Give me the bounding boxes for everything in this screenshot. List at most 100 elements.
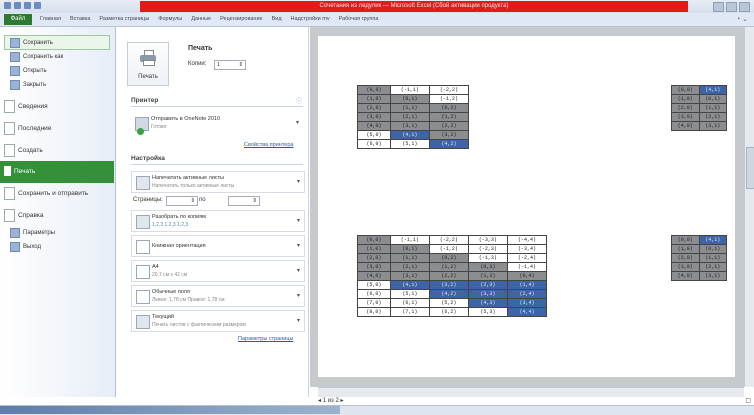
orientation-label: Книжная ориентация: [152, 243, 206, 249]
table-cell: (3,0): [671, 262, 700, 272]
help-icon[interactable]: ◔ ⌄: [736, 15, 748, 23]
table-cell: (6,1): [389, 298, 430, 308]
table-cell: (4,0): [671, 121, 700, 131]
collate-label: Разобрать по копиям: [152, 214, 206, 220]
margins-dropdown[interactable]: Обычные поля Левое: 1,78 см Правое: 1,78…: [131, 285, 305, 307]
scope-desc: Напечатать только активные листы: [152, 183, 235, 189]
quick-access-toolbar: [4, 2, 41, 9]
copies-label: Копии:: [188, 61, 207, 67]
table-cell: (4,0): [357, 271, 391, 281]
table-cell: (1,0): [671, 94, 700, 104]
menu-save-as[interactable]: Сохранить как: [10, 52, 63, 62]
ribbon-tab[interactable]: Рабочая группа: [339, 16, 379, 22]
ribbon-tab[interactable]: Разметка страницы: [99, 16, 149, 22]
table-cell: (5,0): [357, 280, 391, 290]
collate-dropdown[interactable]: Разобрать по копиям 1,2,3 1,2,3 1,2,3 ▾: [131, 210, 305, 232]
menu-recent[interactable]: Последние: [4, 122, 51, 135]
dropdown-arrow-icon: ▾: [296, 243, 300, 249]
redo-icon[interactable]: [34, 2, 41, 9]
menu-new[interactable]: Создать: [4, 144, 43, 157]
table-cell: (-1,2): [428, 94, 470, 104]
print-scope-dropdown[interactable]: Напечатать активные листы Напечатать тол…: [131, 171, 305, 193]
tab-file[interactable]: Файл: [4, 14, 32, 25]
horizontal-scrollbar[interactable]: [318, 387, 744, 397]
copies-stepper[interactable]: 1 ⇕: [214, 60, 246, 70]
paper-size-dropdown[interactable]: A4 20,7 см x 42 см ▾: [131, 260, 305, 282]
table-cell: (3,1): [698, 121, 727, 131]
menu-save-send[interactable]: Сохранить и отправить: [4, 187, 88, 200]
menu-info[interactable]: Сведения: [4, 100, 48, 113]
menu-options[interactable]: Параметры: [10, 228, 55, 238]
save-icon[interactable]: [14, 2, 21, 9]
menu-help[interactable]: Справка: [4, 209, 44, 222]
next-page-icon[interactable]: ▸: [340, 398, 343, 404]
table-cell: (0,0): [357, 85, 391, 95]
table-cell: (3,2): [428, 280, 469, 290]
table-cell: (5,1): [389, 139, 430, 149]
ribbon-tab[interactable]: Формулы: [158, 16, 182, 22]
ribbon-tab[interactable]: Данные: [191, 16, 211, 22]
current-page[interactable]: 1: [323, 398, 326, 404]
spin-arrows-icon[interactable]: ⇕: [190, 197, 197, 205]
ribbon-tab[interactable]: Рецензирование: [220, 16, 262, 22]
table-cell: (1,2): [428, 262, 469, 272]
table-cell: (0,1): [698, 244, 727, 254]
close-icon[interactable]: [739, 2, 750, 12]
table-cell: (0,0): [357, 235, 391, 245]
ribbon-tab[interactable]: Главная: [40, 16, 61, 22]
vertical-scrollbar[interactable]: [744, 27, 754, 387]
ribbon-tab[interactable]: Надстройки mv: [291, 16, 330, 22]
table-row: (4,0) (3,1): [671, 271, 727, 281]
page-setup-link[interactable]: Параметры страницы: [238, 336, 293, 342]
paper-icon: [136, 265, 150, 279]
ribbon-tab[interactable]: Вставка: [70, 16, 90, 22]
minimize-icon[interactable]: [713, 2, 724, 12]
table-cell: (4,1): [389, 130, 430, 140]
table-row: (2,0) (1,1): [671, 253, 727, 263]
table-cell: (2,3): [467, 280, 508, 290]
undo-icon[interactable]: [24, 2, 31, 9]
scroll-thumb[interactable]: [746, 147, 754, 189]
spin-arrows-icon[interactable]: ⇕: [238, 61, 245, 69]
scaling-dropdown[interactable]: Текущий Печать листов с фактическим разм…: [131, 310, 305, 332]
prev-page-icon[interactable]: ◂: [318, 398, 321, 404]
print-button[interactable]: Печать: [127, 42, 169, 86]
table-cell: (6,2): [428, 307, 469, 317]
maximize-icon[interactable]: [726, 2, 737, 12]
table-cell: (4,0): [671, 271, 700, 281]
table-cell: (2,0): [357, 253, 391, 263]
table-cell: (8,0): [357, 307, 391, 317]
printer-dropdown[interactable]: Отправить в OneNote 2010 Готово ▾: [131, 113, 303, 135]
table-cell: (1,1): [698, 253, 727, 263]
paper-desc: 20,7 см x 42 см: [152, 272, 188, 278]
table-row: (3,0) (2,1) (1,2): [357, 112, 470, 122]
menu-print[interactable]: Печать: [0, 161, 114, 183]
window-title: Сочетания из ледулик — Microsoft Excel (…: [319, 3, 509, 9]
table-row: (4,0) (3,1): [671, 121, 727, 131]
orientation-dropdown[interactable]: Книжная ориентация ▾: [131, 235, 305, 257]
pages-to-input[interactable]: ⇕: [228, 196, 260, 206]
ribbon-tab[interactable]: Вид: [272, 16, 282, 22]
table-cell: (4,3): [467, 298, 508, 308]
spin-arrows-icon[interactable]: ⇕: [252, 197, 259, 205]
zoom-to-page-icon[interactable]: ▢: [745, 397, 751, 404]
table-cell: (-1,2): [428, 244, 469, 254]
pages-from-input[interactable]: ⇕: [166, 196, 198, 206]
info-icon[interactable]: ⓘ: [296, 96, 302, 105]
table-row: (0,0) (-1,1) (-2,2): [357, 85, 470, 95]
dropdown-arrow-icon: ▾: [296, 268, 300, 274]
window-controls: [713, 2, 750, 12]
table-row: (2,0) (1,1) (0,2) (-1,3) (-2,4): [357, 253, 548, 263]
menu-close[interactable]: Закрыть: [10, 80, 46, 90]
scaling-desc: Печать листов с фактическим размером: [152, 322, 246, 328]
folder-icon: [10, 66, 20, 76]
table-cell: (5,0): [357, 130, 391, 140]
table-cell: (0,1): [389, 244, 430, 254]
table-cell: (0,0): [671, 85, 700, 95]
table-row: (1,0) (0,1) (-1,2) (-2,3) (-3,4): [357, 244, 548, 254]
menu-open[interactable]: Открыть: [10, 66, 47, 76]
menu-save[interactable]: Сохранить: [10, 38, 53, 48]
menu-exit[interactable]: Выход: [10, 242, 41, 252]
printer-properties-link[interactable]: Свойства принтера: [244, 142, 293, 148]
table-row: (4,0) (3,1) (2,2): [357, 121, 470, 131]
